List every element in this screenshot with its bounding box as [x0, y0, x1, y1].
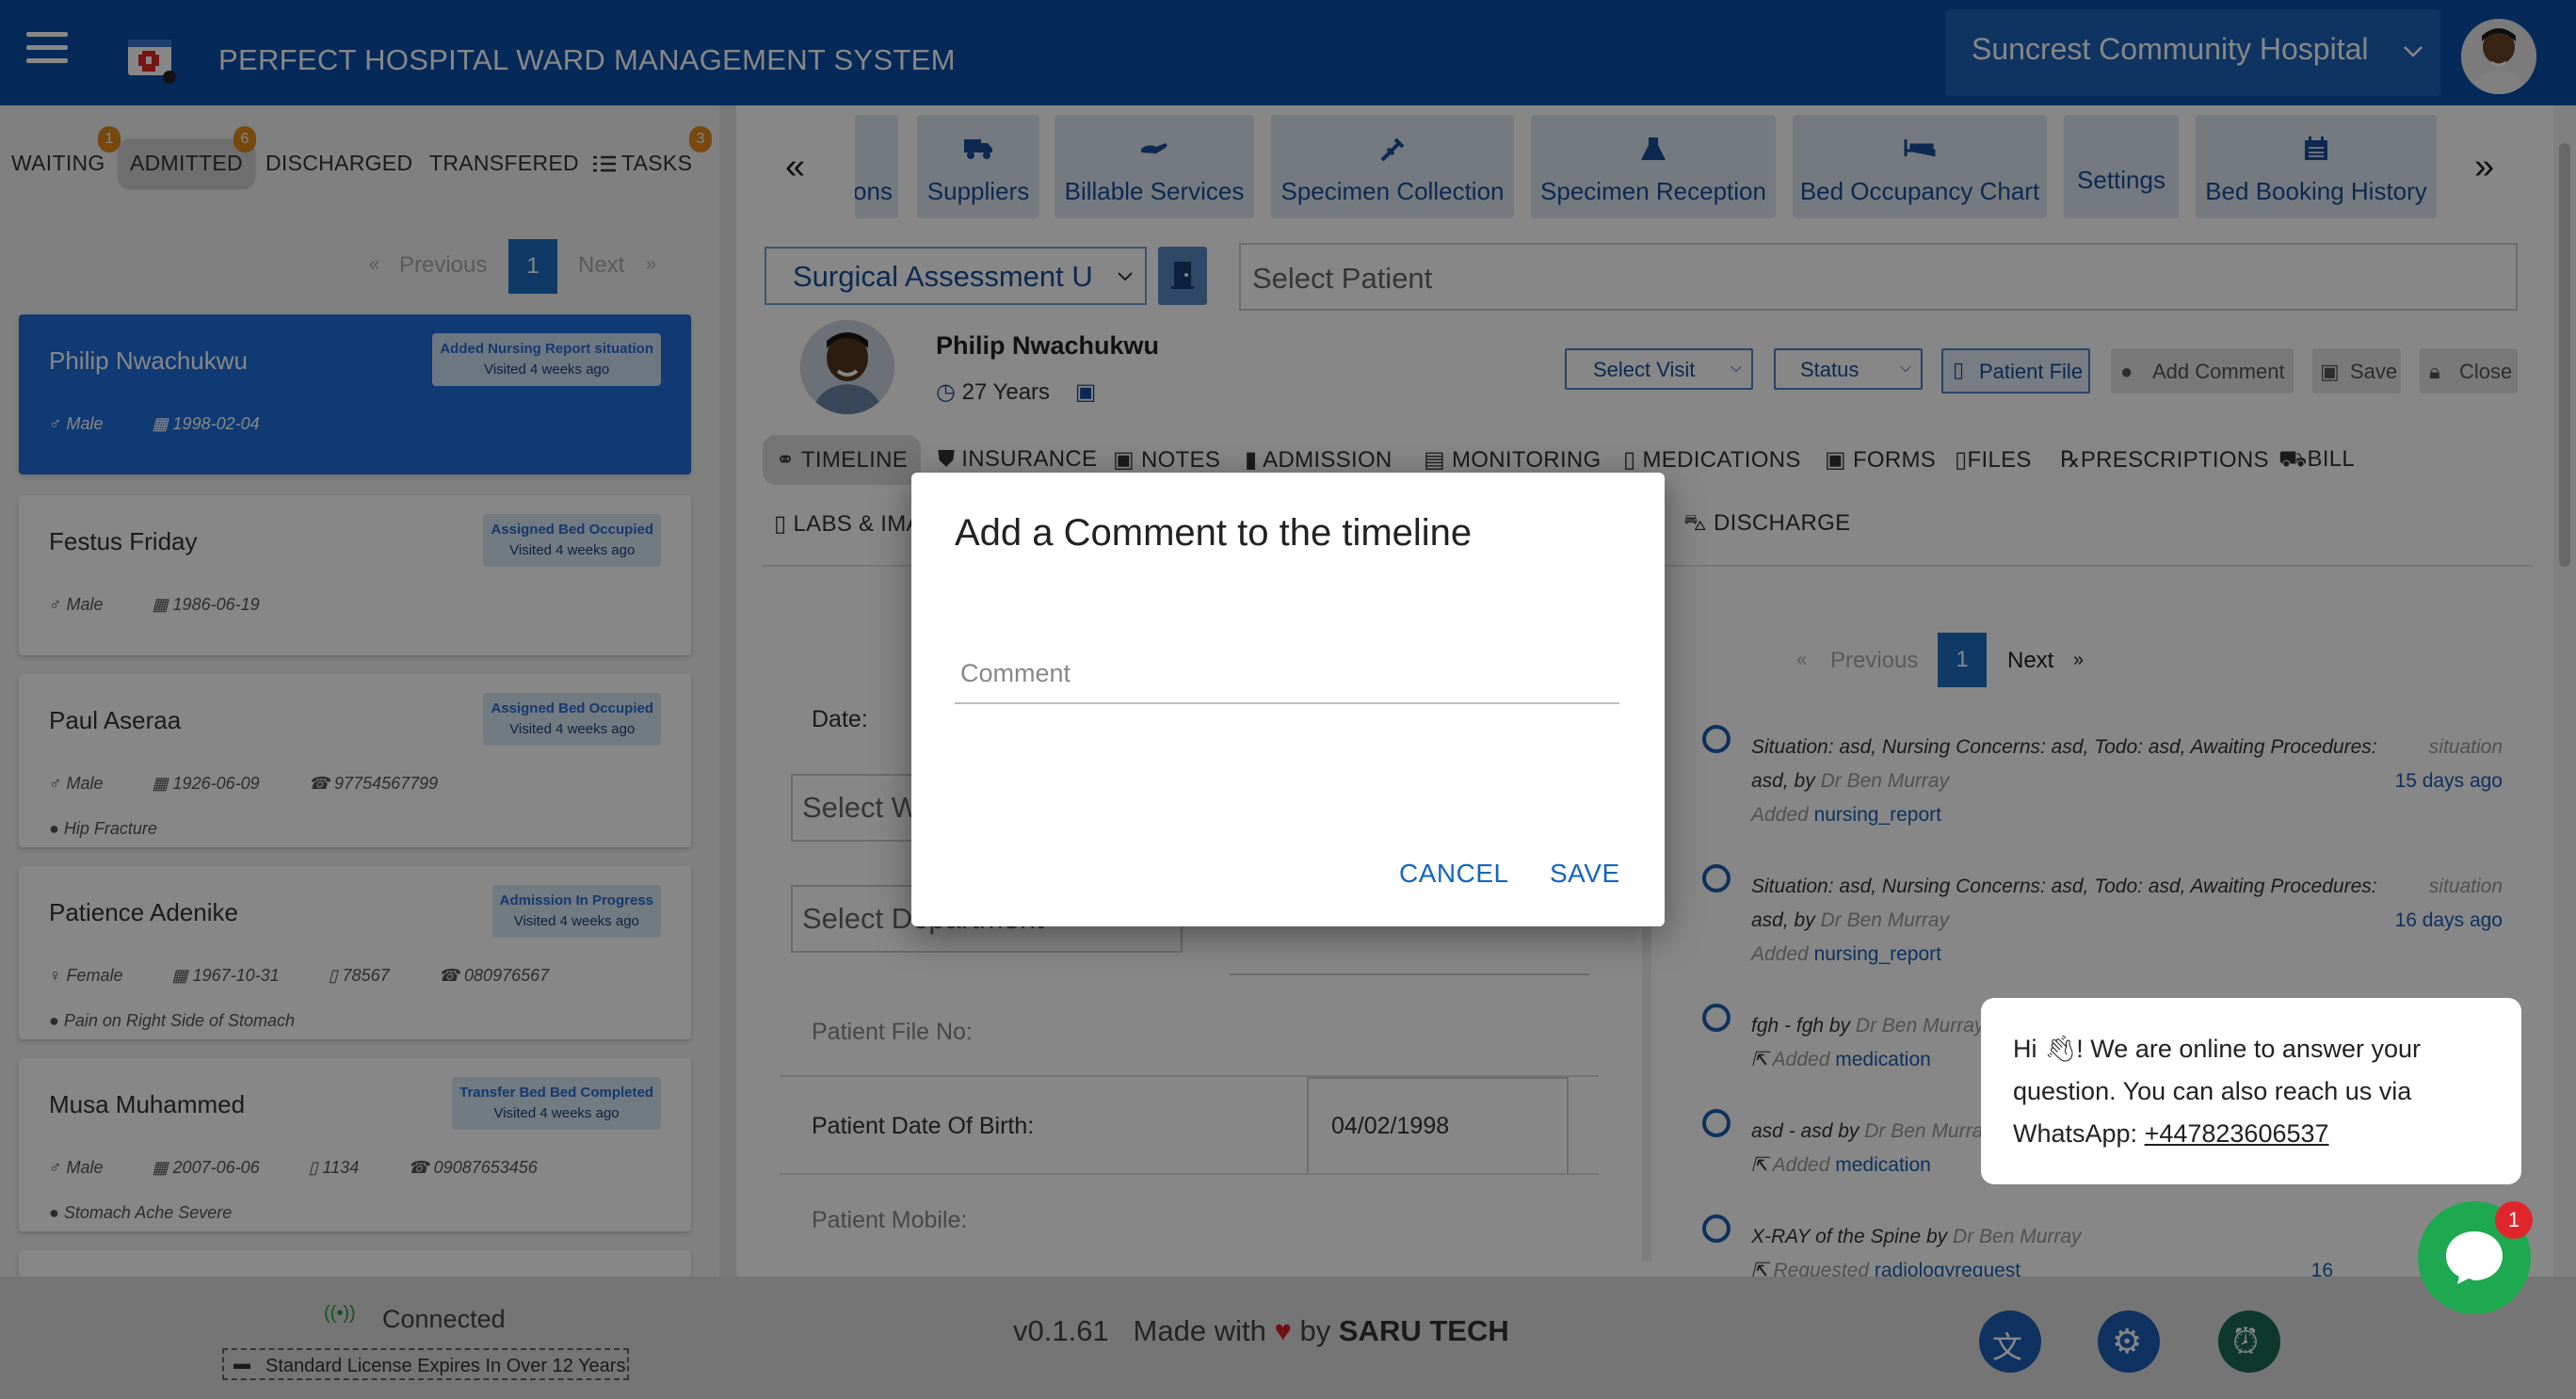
chat-unread-badge: 1 — [2495, 1201, 2533, 1239]
chat-icon — [2446, 1231, 2503, 1284]
comment-field[interactable]: Comment — [955, 619, 1619, 704]
comment-placeholder: Comment — [960, 659, 1071, 687]
whatsapp-link[interactable]: +447823606537 — [2145, 1119, 2329, 1148]
chat-popup[interactable]: Hi 👋︎! We are online to answer your ques… — [1981, 998, 2521, 1184]
add-comment-dialog: Add a Comment to the timeline Comment CA… — [911, 473, 1665, 926]
waving-hand-icon: 👋︎ — [2044, 1035, 2077, 1063]
dialog-title: Add a Comment to the timeline — [955, 512, 1473, 554]
chat-greeting: Hi — [2013, 1035, 2037, 1063]
chat-message: Hi 👋︎! We are online to answer your ques… — [2013, 1028, 2503, 1155]
save-button[interactable]: SAVE — [1550, 859, 1620, 889]
cancel-button[interactable]: CANCEL — [1399, 859, 1509, 889]
